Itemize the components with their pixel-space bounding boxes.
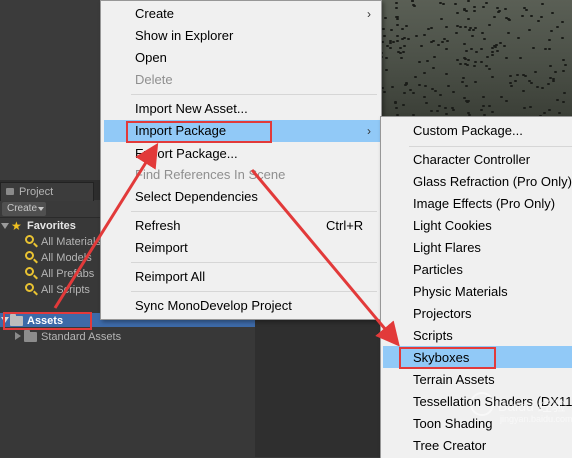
baidu-paw-icon [470, 392, 494, 416]
arrow-to-import-package [53, 142, 159, 309]
watermark-text: Baidu 经验 [498, 398, 566, 414]
watermark: Baidu 经验 jingyan.baidu.com [470, 388, 572, 428]
watermark-url: jingyan.baidu.com [500, 414, 572, 424]
arrow-to-skyboxes [250, 169, 400, 347]
